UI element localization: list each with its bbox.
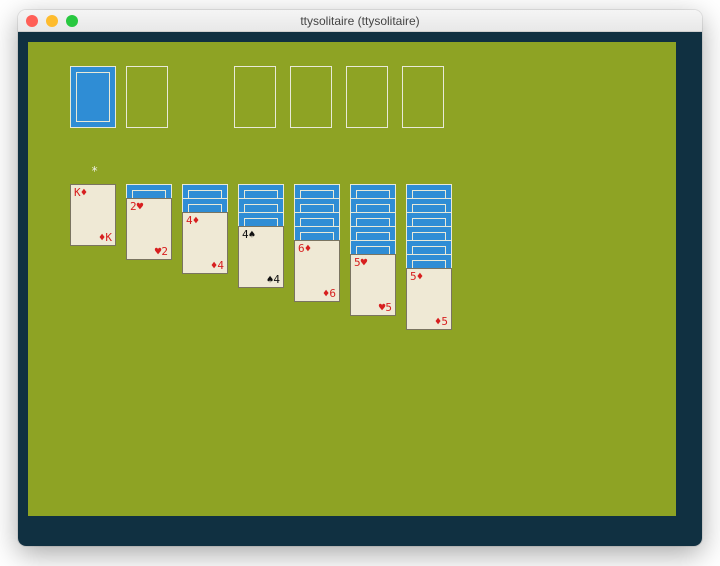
card-rank-br: ♦4 (211, 260, 224, 271)
card-rank-br: ♦K (99, 232, 112, 243)
zoom-icon[interactable] (66, 15, 78, 27)
faceup-card[interactable]: 5♥ ♥5 (350, 254, 396, 316)
card-rank-br: ♠4 (267, 274, 280, 285)
terminal-area: * K♦ ♦K 2♥ ♥2 4♦ ♦4 4♠ ♠4 6♦ ♦6 5♥ ♥5 5♦ ♦5 (18, 32, 702, 546)
card-rank-tl: K♦ (74, 187, 87, 198)
card-rank-br: ♥5 (379, 302, 392, 313)
card-rank-tl: 5♥ (354, 257, 367, 268)
faceup-card[interactable]: 2♥ ♥2 (126, 198, 172, 260)
card-rank-tl: 4♦ (186, 215, 199, 226)
close-icon[interactable] (26, 15, 38, 27)
card-rank-br: ♦6 (323, 288, 336, 299)
minimize-icon[interactable] (46, 15, 58, 27)
foundation-slot-4[interactable] (402, 66, 444, 128)
card-rank-br: ♦5 (435, 316, 448, 327)
foundation-slot-3[interactable] (346, 66, 388, 128)
stock-pile[interactable] (70, 66, 116, 128)
faceup-card[interactable]: 4♦ ♦4 (182, 212, 228, 274)
titlebar: ttysolitaire (ttysolitaire) (18, 10, 702, 32)
window-controls (26, 15, 78, 27)
faceup-card[interactable]: 6♦ ♦6 (294, 240, 340, 302)
window-title: ttysolitaire (ttysolitaire) (300, 14, 419, 28)
faceup-card[interactable]: 5♦ ♦5 (406, 268, 452, 330)
faceup-card[interactable]: K♦ ♦K (70, 184, 116, 246)
card-rank-br: ♥2 (155, 246, 168, 257)
cursor-marker: * (91, 164, 98, 178)
foundation-slot-2[interactable] (290, 66, 332, 128)
foundation-slot-1[interactable] (234, 66, 276, 128)
app-window: ttysolitaire (ttysolitaire) * K♦ ♦K 2♥ ♥2 4♦… (18, 10, 702, 546)
card-rank-tl: 4♠ (242, 229, 255, 240)
card-rank-tl: 2♥ (130, 201, 143, 212)
faceup-card[interactable]: 4♠ ♠4 (238, 226, 284, 288)
card-rank-tl: 6♦ (298, 243, 311, 254)
card-rank-tl: 5♦ (410, 271, 423, 282)
waste-slot[interactable] (126, 66, 168, 128)
game-board[interactable]: * K♦ ♦K 2♥ ♥2 4♦ ♦4 4♠ ♠4 6♦ ♦6 5♥ ♥5 5♦ ♦5 (28, 42, 676, 516)
